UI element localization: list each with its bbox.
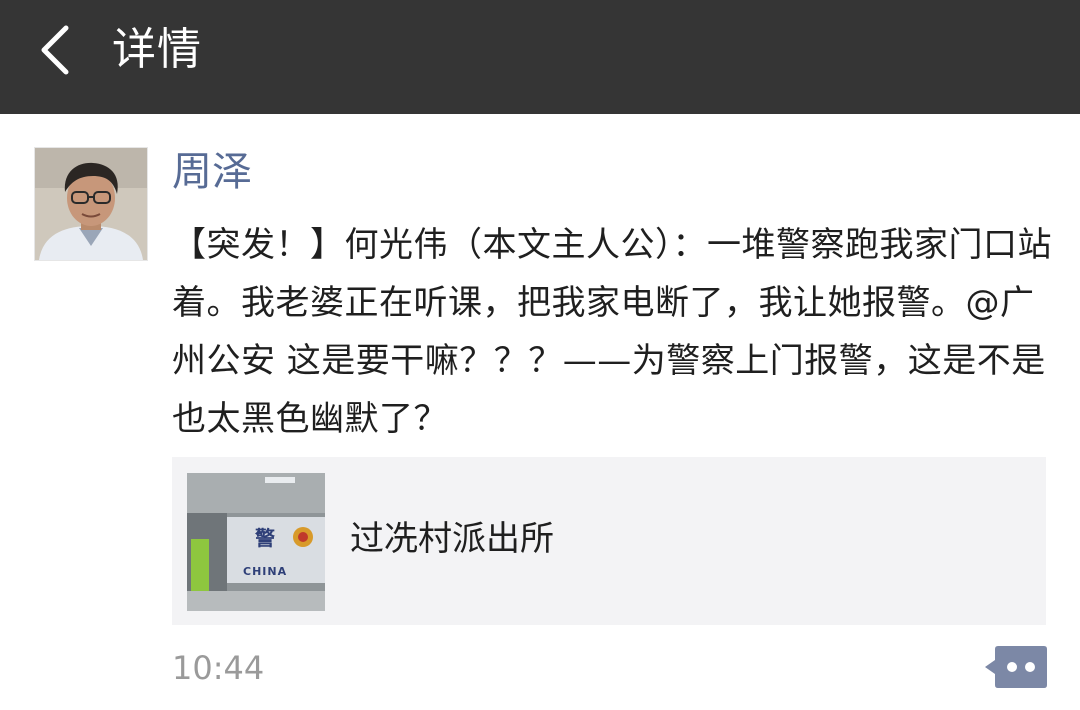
back-button[interactable] (30, 22, 86, 78)
link-title: 过冼村派出所 (350, 519, 554, 559)
comment-dots-icon (985, 646, 1047, 688)
moment-post: 周泽 【突发！】何光伟（本文主人公）：一堆警察跑我家门口站着。我老婆正在听课，把… (0, 114, 1080, 710)
link-thumbnail: 警 CHINA (187, 473, 325, 611)
shared-link-card[interactable]: 警 CHINA 过冼村派出所 (172, 457, 1046, 625)
chevron-left-icon (41, 25, 69, 75)
comment-button[interactable] (984, 644, 1048, 690)
avatar-portrait (35, 148, 147, 260)
thumbnail-sign-text: CHINA (243, 565, 287, 578)
police-station-photo: 警 CHINA (187, 473, 325, 611)
post-time: 10:44 (172, 649, 265, 687)
avatar[interactable] (34, 147, 148, 261)
author-name[interactable]: 周泽 (172, 148, 252, 196)
page-title: 详情 (112, 24, 202, 75)
thumbnail-sign-char: 警 (255, 526, 275, 550)
post-text: 【突发！】何光伟（本文主人公）：一堆警察跑我家门口站着。我老婆正在听课，把我家电… (172, 225, 1052, 439)
navigation-bar: 详情 (0, 0, 1080, 114)
